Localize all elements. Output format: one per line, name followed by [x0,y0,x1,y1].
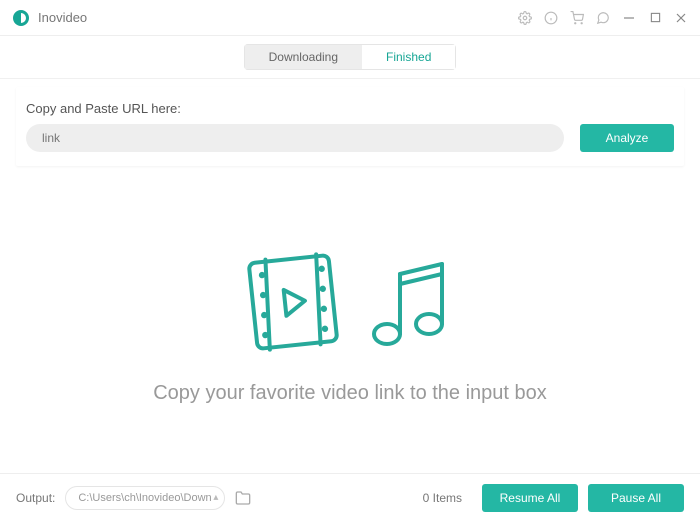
tab-finished[interactable]: Finished [362,44,456,70]
tabs-row: Downloading Finished [0,36,700,79]
url-input-row: Analyze [26,124,674,152]
analyze-button[interactable]: Analyze [580,124,674,152]
output-path-input[interactable] [65,486,225,510]
film-icon [243,247,343,362]
chat-icon[interactable] [596,11,610,25]
cart-icon[interactable] [570,11,584,25]
output-label: Output: [16,491,55,505]
title-right [518,11,688,25]
app-logo-icon [12,9,30,27]
app-name: Inovideo [38,10,87,25]
empty-message: Copy your favorite video link to the inp… [153,382,547,405]
url-input[interactable] [26,124,564,152]
settings-icon[interactable] [518,11,532,25]
tab-group: Downloading Finished [244,44,457,70]
title-left: Inovideo [12,9,87,27]
empty-illustration [243,247,457,362]
title-bar: Inovideo [0,0,700,36]
close-icon[interactable] [674,11,688,25]
pause-all-button[interactable]: Pause All [588,484,684,512]
minimize-icon[interactable] [622,11,636,25]
info-icon[interactable] [544,11,558,25]
main-area: Copy your favorite video link to the inp… [0,166,700,486]
tab-downloading[interactable]: Downloading [244,44,362,70]
footer: Output: ▴ 0 Items Resume All Pause All [0,473,700,521]
folder-icon[interactable] [234,489,252,507]
url-label: Copy and Paste URL here: [26,101,674,116]
output-path-caret-icon[interactable]: ▴ [213,492,218,503]
url-section: Copy and Paste URL here: Analyze [16,87,684,166]
items-count: 0 Items [423,491,462,505]
maximize-icon[interactable] [648,11,662,25]
resume-all-button[interactable]: Resume All [482,484,578,512]
music-note-icon [367,252,457,357]
